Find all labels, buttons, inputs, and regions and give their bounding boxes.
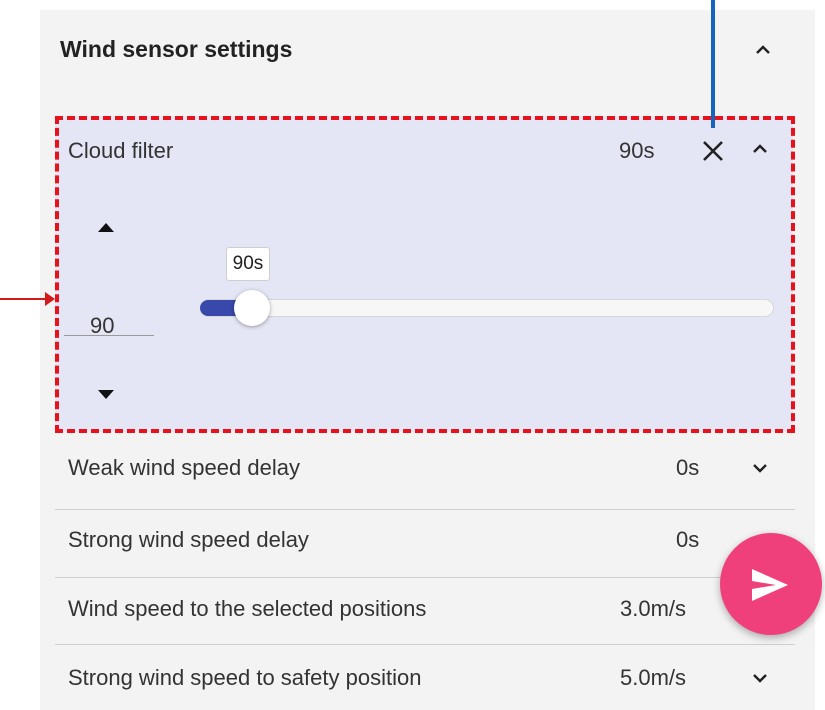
weak-wind-delay-label[interactable]: Weak wind speed delay [68,455,300,481]
strong-wind-safety-label[interactable]: Strong wind speed to safety position [68,665,421,691]
weak-wind-delay-value: 0s [676,455,700,480]
chevron-down-icon[interactable] [752,670,768,686]
strong-wind-delay-value: 0s [676,527,700,552]
chevron-up-icon[interactable] [755,42,771,58]
row-divider [55,644,795,645]
send-button[interactable] [720,533,822,635]
close-icon[interactable] [700,138,726,164]
row-divider [55,509,795,510]
wind-speed-selected-label[interactable]: Wind speed to the selected positions [68,596,426,622]
cloud-filter-slider-thumb[interactable] [233,290,270,326]
annotation-pointer-blue [711,0,715,128]
chevron-up-icon[interactable] [752,141,768,157]
slider-value-tooltip: 90s [225,247,271,281]
cloud-filter-slider-track[interactable] [200,299,774,317]
annotation-arrow-red [0,298,47,300]
strong-wind-delay-label[interactable]: Strong wind speed delay [68,527,309,553]
cloud-filter-label: Cloud filter [68,138,174,163]
row-divider [55,577,795,578]
section-title: Wind sensor settings [60,36,293,62]
spinner-underline [64,335,154,336]
strong-wind-safety-value: 5.0m/s [620,665,687,690]
spinner-down-icon[interactable] [98,390,114,399]
chevron-down-icon[interactable] [752,460,768,476]
annotation-arrowhead-red [45,292,55,306]
spinner-up-icon[interactable] [98,223,114,232]
wind-speed-selected-value: 3.0m/s [620,596,687,621]
send-icon [752,569,788,601]
section-header[interactable]: Wind sensor settings [60,20,800,80]
cloud-filter-value: 90s [619,138,655,163]
